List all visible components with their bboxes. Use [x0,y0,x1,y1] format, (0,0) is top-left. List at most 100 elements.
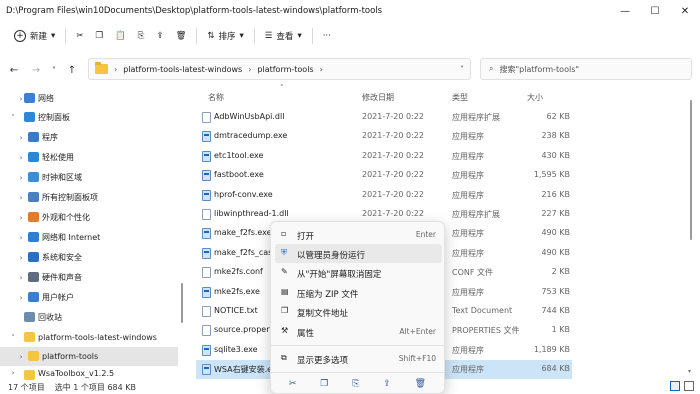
forward-arrow-icon[interactable]: → [26,60,46,80]
chevron-right-icon[interactable]: › [16,294,26,302]
menu-item-run-as-admin[interactable]: ⛨ 以管理员身份运行 [275,244,442,263]
menu-item-shortcut: Alt+Enter [399,327,436,336]
column-header-size[interactable]: 大小 [527,92,543,103]
table-row[interactable]: dmtracedump.exe 2021-7-20 0:22 应用程序 238 KB [196,127,572,146]
table-row[interactable]: etc1tool.exe 2021-7-20 0:22 应用程序 430 KB [196,147,572,166]
chevron-right-icon[interactable]: › [16,134,26,142]
context-menu: ▫ 打开 Enter ⛨ 以管理员身份运行 ✎ 从"开始"屏幕取消固定 ▤ 压缩… [270,221,445,394]
sidebar-item-system-security[interactable]: › 系统和安全 [0,248,178,267]
file-type: 应用程序扩展 [452,210,500,219]
file-list-scrollbar[interactable] [690,100,692,240]
chevron-right-icon[interactable]: › [16,254,26,262]
rename-icon[interactable]: ⎘ [352,379,359,389]
chevron-down-icon[interactable]: ˅ [8,334,18,342]
sidebar-item-clock-region[interactable]: › 时钟和区域 [0,168,178,187]
sidebar-item-wsatoolbox[interactable]: › WsaToolbox_v1.2.5 [0,366,178,380]
sidebar-item-network[interactable]: › 网络 [0,89,178,108]
breadcrumb-item[interactable]: platform-tools [257,65,313,74]
menu-item-shortcut: Shift+F10 [398,354,436,363]
address-chevron-icon[interactable]: ˅ [460,65,464,74]
sort-button[interactable]: ⇅ 排序 ▾ [201,25,249,47]
chevron-right-icon[interactable]: › [16,234,26,242]
sidebar-scrollbar[interactable] [181,283,183,323]
menu-item-open[interactable]: ▫ 打开 Enter [275,225,442,244]
sidebar-item-control-panel[interactable]: ˅ 控制面板 [0,108,178,127]
maximize-button[interactable]: ☐ [640,0,670,22]
menu-item-unpin-start[interactable]: ✎ 从"开始"屏幕取消固定 [275,263,442,282]
recent-chevron-icon[interactable]: ˅ [44,60,64,80]
chevron-right-icon[interactable]: › [16,353,26,361]
breadcrumb-item[interactable]: platform-tools-latest-windows [123,65,242,74]
more-button[interactable]: ··· [317,25,337,47]
sidebar-item-recycle-bin[interactable]: 回收站 [0,308,178,327]
divider [196,28,198,44]
navigation-pane: › 网络 ˅ 控制面板 › 程序 › 轻松使用 › 时钟和区域 › 所有控制面板… [0,88,186,380]
table-row[interactable]: AdbWinUsbApi.dll 2021-7-20 0:22 应用程序扩展 62 K… [196,108,572,127]
chevron-right-icon[interactable]: › [16,194,26,202]
search-input[interactable]: ⌕ 搜索"platform-tools" [480,58,692,80]
selection-info: 选中 1 个项目 684 KB [54,382,136,392]
up-arrow-icon[interactable]: ↑ [62,60,82,80]
menu-item-copy-path[interactable]: ❐ 复制文件地址 [275,302,442,321]
menu-item-label: 属性 [297,329,315,339]
chevron-right-icon[interactable]: › [16,174,26,182]
chevron-right-icon[interactable]: › [16,214,26,222]
column-header-type[interactable]: 类型 [452,92,468,103]
table-row[interactable]: fastboot.exe 2021-7-20 0:22 应用程序 1,595 KB [196,166,572,185]
programs-icon [28,132,39,142]
new-label: 新建 [30,32,48,42]
share-button[interactable]: ⇪ [150,25,169,47]
breadcrumb-separator: › [248,64,252,74]
new-button[interactable]: + 新建 ▾ [8,25,61,47]
sidebar-item-all-control-panel-items[interactable]: › 所有控制面板项 [0,188,178,207]
menu-item-compress-zip[interactable]: ▤ 压缩为 ZIP 文件 [275,283,442,302]
sidebar-item-hardware-sound[interactable]: › 硬件和声音 [0,268,178,287]
scissors-icon[interactable]: ✂ [289,379,297,389]
copy-button[interactable]: ❐ [89,25,109,47]
copy-icon[interactable]: ❐ [320,379,328,389]
unpin-icon: ✎ [281,267,288,276]
close-button[interactable]: ✕ [670,0,700,22]
delete-button[interactable]: 🗑 [170,25,193,47]
menu-divider [271,372,444,373]
view-button[interactable]: ☰ 查看 ▾ [259,25,308,47]
sidebar-item-appearance[interactable]: › 外观和个性化 [0,208,178,227]
sidebar-item-programs[interactable]: › 程序 [0,128,178,147]
sidebar-item-label: 外观和个性化 [42,213,90,222]
chevron-right-icon[interactable]: › [16,274,26,282]
menu-item-show-more[interactable]: ⧉ 显示更多选项 Shift+F10 [275,349,442,368]
minimize-button[interactable]: — [610,0,640,22]
tiles-view-icon[interactable] [684,381,694,391]
divider [311,28,313,44]
details-view-icon[interactable] [670,381,680,391]
file-name: etc1tool.exe [214,150,264,160]
rename-button[interactable]: ⎘ [132,25,151,47]
paste-button[interactable]: 📋 [109,25,132,47]
menu-item-properties[interactable]: ⚒ 属性 Alt+Enter [275,322,442,341]
file-name: mke2fs.exe [214,286,260,296]
trash-icon[interactable]: 🗑 [415,379,426,389]
share-icon[interactable]: ⇪ [383,379,391,389]
file-name: source.propert [214,325,273,335]
file-name: hprof-conv.exe [214,189,273,199]
file-name: mke2fs.conf [214,267,263,277]
table-row[interactable]: hprof-conv.exe 2021-7-20 0:22 应用程序 216 KB [196,186,572,205]
back-arrow-icon[interactable]: ← [4,60,24,80]
column-header-date[interactable]: 修改日期 [362,92,394,103]
file-name: make_f2fs_case [214,247,278,257]
chevron-right-icon[interactable]: › [8,369,18,377]
chevron-right-icon[interactable]: › [16,154,26,162]
address-bar[interactable]: › platform-tools-latest-windows › platfo… [88,58,471,80]
file-name: WSA右键安装.ex [214,365,277,375]
cut-button[interactable]: ✂ [70,25,89,47]
scroll-down-arrow-icon[interactable]: ▾ [688,368,691,375]
sidebar-item-ease-of-access[interactable]: › 轻松使用 [0,148,178,167]
file-type: Text Document [452,306,513,315]
sidebar-item-user-accounts[interactable]: › 用户帐户 [0,288,178,307]
sidebar-item-label: 所有控制面板项 [42,193,98,202]
chevron-down-icon[interactable]: ˅ [8,114,18,122]
sidebar-item-platform-tools[interactable]: › platform-tools [0,347,178,366]
sidebar-item-network-internet[interactable]: › 网络和 Internet [0,228,178,247]
column-header-name[interactable]: 名称 [208,92,224,103]
sidebar-item-platform-tools-latest-windows[interactable]: ˅ platform-tools-latest-windows [0,328,178,347]
